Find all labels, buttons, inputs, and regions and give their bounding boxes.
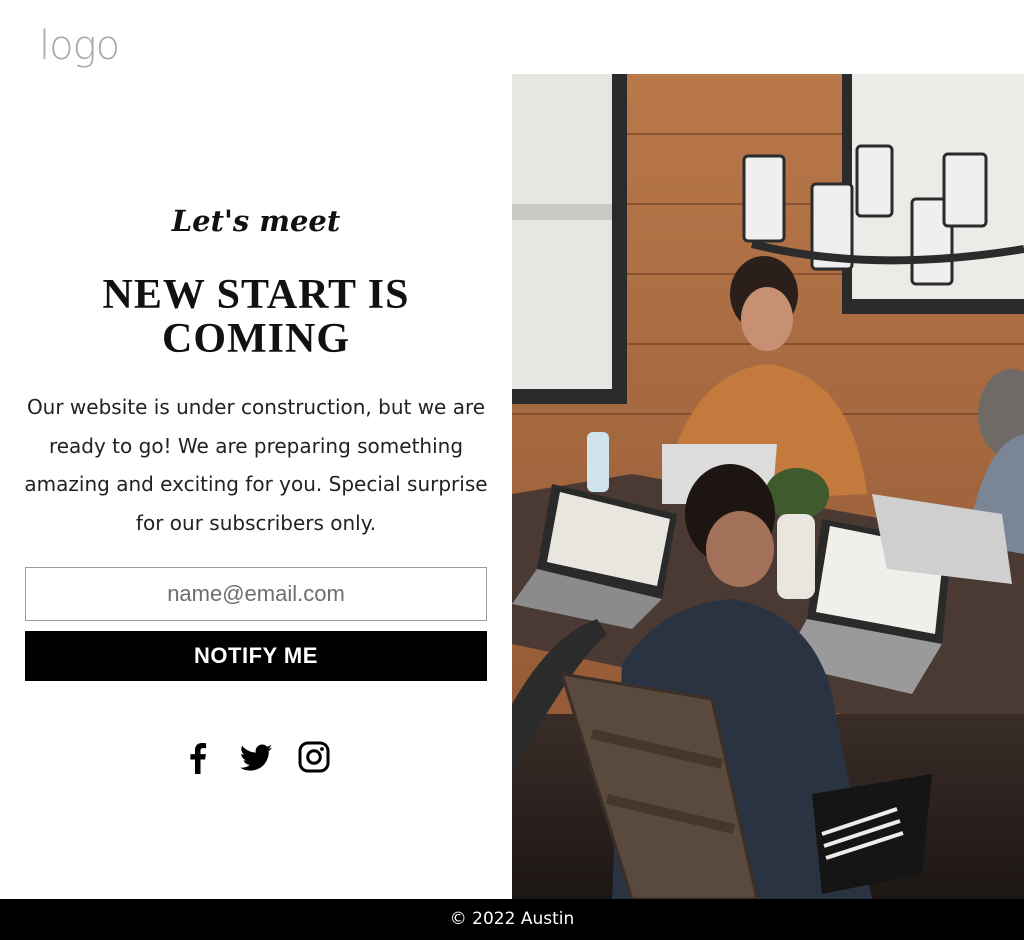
kicker-text: Let's meet <box>171 204 341 238</box>
coming-soon-panel: Let's meet NEW START IS COMING Our websi… <box>0 74 512 899</box>
twitter-icon <box>240 744 272 771</box>
copyright-text: © 2022 Austin <box>449 909 575 929</box>
page-title: NEW START IS COMING <box>102 272 410 362</box>
page-footer: © 2022 Austin <box>0 899 1024 940</box>
intro-paragraph: Our website is under construction, but w… <box>24 395 488 535</box>
team-working-photo <box>512 74 1024 899</box>
email-field[interactable] <box>25 567 487 621</box>
notify-me-button[interactable]: NOTIFY ME <box>25 631 487 681</box>
instagram-link[interactable] <box>296 739 332 775</box>
social-links <box>0 739 512 775</box>
instagram-icon <box>298 741 330 773</box>
site-logo[interactable]: logo <box>39 26 120 66</box>
twitter-link[interactable] <box>238 739 274 775</box>
hero-photo <box>512 74 1024 899</box>
facebook-icon <box>190 743 207 774</box>
facebook-link[interactable] <box>180 739 216 775</box>
